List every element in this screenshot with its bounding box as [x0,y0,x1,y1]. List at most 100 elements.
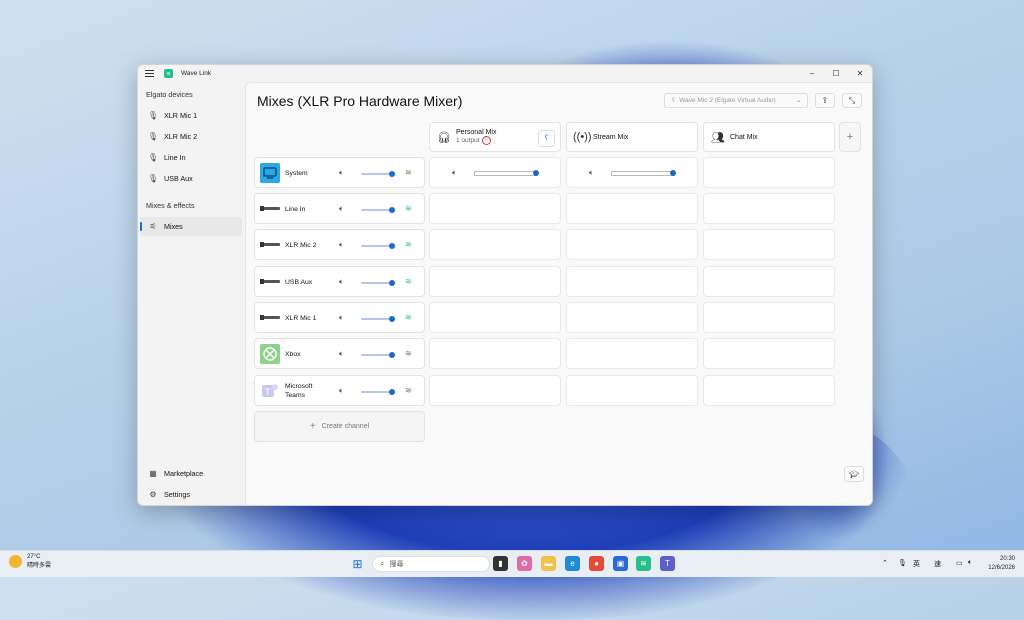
hamburger-menu-icon[interactable] [145,69,155,79]
microphone-icon: 🎙︎ [147,153,159,162]
maximize-button[interactable]: ☐ [824,65,848,82]
speaker-icon[interactable]: 🔈︎ [339,204,344,214]
collapse-icon: ⤡ [848,95,856,105]
mix-cell[interactable] [703,193,835,224]
edge-icon[interactable]: e [565,556,580,571]
volume-slider[interactable] [361,352,395,358]
slider-knob[interactable] [388,207,395,213]
tray-display-icon[interactable]: ▭ [956,559,963,567]
mix-header-chat[interactable]: 👥︎ Chat Mix [703,122,835,152]
speaker-icon[interactable]: 🔈︎ [589,168,594,178]
sidebar-item-marketplace[interactable]: ▦ Marketplace [140,464,242,483]
mix-volume-slider[interactable] [474,170,539,176]
wave-link-taskbar-icon[interactable]: ≋ [636,556,651,571]
volume-slider[interactable] [361,389,395,395]
mix-cell[interactable] [429,375,561,406]
sidebar-item-settings[interactable]: ⚙ Settings [140,485,242,504]
speaker-icon[interactable]: 🔈︎ [339,168,344,178]
mix-cell[interactable] [566,302,698,333]
mix-header-personal[interactable]: 🎧︎ Personal Mix 1 output! ʕ [429,122,561,152]
collapse-button[interactable]: ⤡ [842,93,862,108]
task-view-icon[interactable]: ▮ [493,556,508,571]
volume-slider[interactable] [361,280,395,286]
slider-knob[interactable] [670,170,676,176]
waveform-icon[interactable]: ≋ [405,313,412,322]
share-icon: ⇪ [821,96,829,105]
sidebar-item-xlr-mic-1[interactable]: 🎙︎ XLR Mic 1 [140,106,242,125]
sidebar-item-usb-aux[interactable]: 🎙︎ USB Aux [140,169,242,188]
mix-cell[interactable]: 🔈︎ [429,157,561,188]
waveform-icon[interactable]: ≋ [405,349,412,358]
input-method[interactable]: 速 [934,559,941,569]
search-box[interactable]: ⌕ 搜尋 [372,556,490,572]
speaker-icon[interactable]: 🔈︎ [339,277,344,287]
waveform-icon[interactable]: ≋ [405,240,412,249]
mix-volume-slider[interactable] [611,170,676,176]
volume-slider[interactable] [361,243,395,249]
plus-icon: + [309,421,316,432]
speaker-icon[interactable]: 🔈︎ [452,168,457,178]
slider-knob[interactable] [388,389,395,395]
volume-slider[interactable] [361,316,395,322]
mix-cell[interactable] [429,193,561,224]
mix-cell[interactable] [566,338,698,369]
mix-cell[interactable] [703,157,835,188]
mix-cell[interactable] [703,266,835,297]
file-explorer-icon[interactable]: ▬ [541,556,556,571]
mix-cell[interactable] [429,302,561,333]
weather-widget[interactable]: 27°C 晴時多雲 [9,554,51,569]
create-channel-button[interactable]: + Create channel [254,411,425,442]
slider-knob[interactable] [388,352,395,358]
sidebar-item-line-in[interactable]: 🎙︎ Line In [140,148,242,167]
speaker-icon[interactable]: 🔈︎ [339,240,344,250]
clock[interactable]: 20:30 12/6/2026 [988,555,1015,573]
slider-knob[interactable] [388,171,395,177]
share-button[interactable]: ⇪ [815,93,835,108]
waveform-icon[interactable]: ≋ [405,386,412,395]
waveform-icon[interactable]: ≋ [405,277,412,286]
waveform-icon[interactable]: ≋ [405,168,412,177]
teams-icon: T [260,381,280,401]
mix-cell[interactable] [566,375,698,406]
start-button[interactable]: ⊞ [350,556,365,571]
mix-header-stream[interactable]: ((•)) Stream Mix [566,122,698,152]
mix-cell[interactable] [429,338,561,369]
help-button[interactable]: 🎓︎ [844,466,864,482]
add-mix-button[interactable]: + [839,122,861,152]
monitor-ear-button[interactable]: ʕ [538,130,555,147]
mix-cell[interactable] [703,375,835,406]
mix-cell[interactable] [429,266,561,297]
slider-knob[interactable] [388,243,395,249]
minimize-button[interactable]: – [800,65,824,82]
mix-cell[interactable] [429,229,561,260]
wave-link-logo-icon: ≋ [164,69,173,78]
slider-knob[interactable] [388,316,395,322]
tray-microphone-icon[interactable]: 🎙︎ [898,559,907,567]
speaker-icon[interactable]: 🔈︎ [339,349,344,359]
sidebar-item-mixes[interactable]: ⚟ Mixes [140,217,242,236]
input-language[interactable]: 英 [913,559,920,569]
device-select[interactable]: ʕ Wave Mic 2 (Elgato Virtual Audio) ⌄ [664,93,808,108]
speaker-icon[interactable]: 🔈︎ [339,386,344,396]
volume-slider[interactable] [361,207,395,213]
copilot-icon[interactable]: ✿ [517,556,532,571]
mix-cell[interactable] [566,266,698,297]
tray-volume-icon[interactable]: 🔈︎ [968,559,972,567]
close-button[interactable]: ✕ [848,65,872,82]
chrome-icon[interactable]: ● [589,556,604,571]
store-icon[interactable]: ▣ [613,556,628,571]
mix-cell[interactable] [566,229,698,260]
waveform-icon[interactable]: ≋ [405,204,412,213]
volume-slider[interactable] [361,171,395,177]
speaker-icon[interactable]: 🔈︎ [339,313,344,323]
mix-cell[interactable] [703,338,835,369]
sidebar-item-xlr-mic-2[interactable]: 🎙︎ XLR Mic 2 [140,127,242,146]
tray-chevron-up-icon[interactable]: ⌃ [882,559,888,567]
mix-cell[interactable] [566,193,698,224]
slider-knob[interactable] [388,280,395,286]
slider-knob[interactable] [533,170,539,176]
mix-cell[interactable] [703,229,835,260]
teams-taskbar-icon[interactable]: T [660,556,675,571]
mix-cell[interactable] [703,302,835,333]
mix-cell[interactable]: 🔈︎ [566,157,698,188]
